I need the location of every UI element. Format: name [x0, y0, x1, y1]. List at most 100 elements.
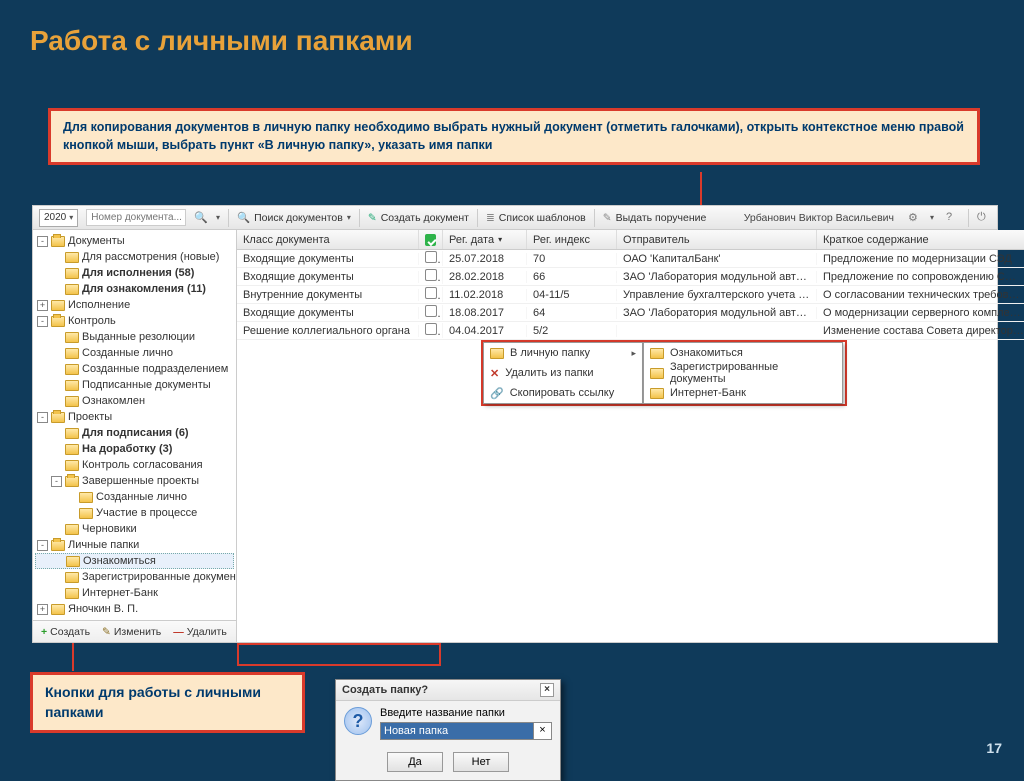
- tree-toggle-icon[interactable]: -: [37, 316, 48, 327]
- table-row[interactable]: Решение коллегиального органа04.04.20175…: [237, 322, 1024, 340]
- check-all-icon[interactable]: [425, 234, 436, 246]
- table-row[interactable]: Входящие документы25.07.201870ОАО 'Капит…: [237, 250, 1024, 268]
- row-checkbox[interactable]: [425, 287, 437, 299]
- settings-icon[interactable]: ⚙: [908, 211, 922, 225]
- assign-button[interactable]: ✎Выдать поручение: [603, 212, 707, 224]
- table-row[interactable]: Входящие документы18.08.201764ЗАО 'Лабор…: [237, 304, 1024, 322]
- clear-input-button[interactable]: ×: [534, 722, 552, 740]
- tree-item[interactable]: Интернет-Банк: [35, 585, 234, 601]
- edit-folder-button[interactable]: ✎Изменить: [102, 626, 161, 638]
- folder-name-input[interactable]: [380, 722, 534, 740]
- tree-item[interactable]: -Контроль: [35, 313, 234, 329]
- ctx-submenu-item[interactable]: Зарегистрированные документы: [644, 363, 842, 383]
- ctx-submenu-item[interactable]: Ознакомиться: [644, 343, 842, 363]
- col-index[interactable]: Рег. индекс: [527, 230, 617, 249]
- table-cell: Изменение состава Совета директор…: [817, 325, 1024, 337]
- delete-icon: ✕: [490, 367, 499, 380]
- folder-tree[interactable]: -ДокументыДля рассмотрения (новые)Для ис…: [33, 230, 236, 620]
- ctx-copy-link[interactable]: 🔗Скопировать ссылку: [484, 383, 642, 403]
- table-cell: [419, 305, 443, 320]
- tree-item[interactable]: Ознакомиться: [35, 553, 234, 569]
- tree-item[interactable]: -Личные папки: [35, 537, 234, 553]
- tree-toggle-icon[interactable]: -: [51, 476, 62, 487]
- tree-item[interactable]: Созданные подразделением: [35, 361, 234, 377]
- col-date[interactable]: Рег. дата ▾: [443, 230, 527, 249]
- search-docs-button[interactable]: 🔍Поиск документов▾: [237, 211, 351, 224]
- context-submenu[interactable]: ОзнакомитьсяЗарегистрированные документы…: [643, 342, 843, 404]
- col-summary[interactable]: Краткое содержание: [817, 230, 1024, 249]
- create-doc-button[interactable]: ✎Создать документ: [368, 212, 469, 224]
- folder-icon: [65, 476, 79, 487]
- ctx-submenu-item[interactable]: Интернет-Банк: [644, 383, 842, 403]
- folder-icon: [490, 348, 504, 359]
- tree-item[interactable]: Для подписания (6): [35, 425, 234, 441]
- tree-item[interactable]: Созданные лично: [35, 489, 234, 505]
- tree-item[interactable]: Подписанные документы: [35, 377, 234, 393]
- dialog-yes-button[interactable]: Да: [387, 752, 443, 772]
- doc-number-input[interactable]: [86, 209, 186, 226]
- folder-icon: [650, 368, 664, 379]
- templates-button[interactable]: ≣Список шаблонов: [486, 212, 586, 224]
- table-cell: ЗАО 'Лаборатория модульной автом…: [617, 307, 817, 319]
- table-row[interactable]: Внутренние документы11.02.201804-11/5Упр…: [237, 286, 1024, 304]
- folder-icon: [65, 524, 79, 535]
- tree-item[interactable]: - Завершенные проекты: [35, 473, 234, 489]
- link-icon: 🔗: [490, 387, 504, 400]
- folder-icon: [65, 444, 79, 455]
- tree-item[interactable]: Участие в процессе: [35, 505, 234, 521]
- tree-item[interactable]: Ознакомлен: [35, 393, 234, 409]
- context-menu[interactable]: В личную папку▸ ✕Удалить из папки 🔗Скопи…: [483, 342, 643, 404]
- folder-icon: [79, 508, 93, 519]
- tree-item-label: Ознакомлен: [82, 395, 145, 407]
- tree-item-label: Участие в процессе: [96, 507, 197, 519]
- tree-item[interactable]: -Проекты: [35, 409, 234, 425]
- ctx-remove[interactable]: ✕Удалить из папки: [484, 363, 642, 383]
- dialog-close-button[interactable]: ×: [540, 683, 554, 697]
- tree-item[interactable]: Выданные резолюции: [35, 329, 234, 345]
- tree-item-label: Завершенные проекты: [82, 475, 199, 487]
- tree-item-label: Созданные лично: [82, 347, 173, 359]
- folder-icon: [65, 268, 79, 279]
- logout-icon[interactable]: ⏻: [977, 211, 991, 225]
- tree-item[interactable]: Для рассмотрения (новые): [35, 249, 234, 265]
- create-folder-dialog: Создать папку? × ? Введите название папк…: [335, 679, 561, 781]
- tree-toggle-icon[interactable]: +: [37, 604, 48, 615]
- tree-toggle-icon[interactable]: -: [37, 540, 48, 551]
- tree-item[interactable]: Для исполнения (58): [35, 265, 234, 281]
- tree-toggle-icon: [51, 524, 62, 535]
- table-row[interactable]: Входящие документы28.02.201866ЗАО 'Лабор…: [237, 268, 1024, 286]
- tree-toggle-icon: [51, 348, 62, 359]
- tree-toggle-icon[interactable]: +: [37, 300, 48, 311]
- col-class[interactable]: Класс документа: [237, 230, 419, 249]
- row-checkbox[interactable]: [425, 251, 437, 263]
- tree-item[interactable]: Черновики: [35, 521, 234, 537]
- delete-folder-button[interactable]: —Удалить: [173, 626, 227, 638]
- tree-item[interactable]: На доработку (3): [35, 441, 234, 457]
- row-checkbox[interactable]: [425, 323, 437, 335]
- tree-toggle-icon[interactable]: -: [37, 236, 48, 247]
- ctx-to-folder[interactable]: В личную папку▸: [484, 343, 642, 363]
- tree-item[interactable]: +Исполнение: [35, 297, 234, 313]
- dialog-no-button[interactable]: Нет: [453, 752, 509, 772]
- col-check[interactable]: [419, 230, 443, 249]
- tree-item[interactable]: -Документы: [35, 233, 234, 249]
- tree-item[interactable]: Созданные лично: [35, 345, 234, 361]
- row-checkbox[interactable]: [425, 305, 437, 317]
- tree-toggle-icon: [65, 492, 76, 503]
- search-icon[interactable]: 🔍: [194, 211, 208, 224]
- tree-toggle-icon[interactable]: -: [37, 412, 48, 423]
- tree-toggle-icon: [51, 588, 62, 599]
- year-selector[interactable]: 2020▾: [39, 209, 78, 227]
- help-icon[interactable]: ?: [946, 211, 960, 225]
- tree-item[interactable]: Зарегистрированные документы: [35, 569, 234, 585]
- table-cell: 25.07.2018: [443, 253, 527, 265]
- tree-item[interactable]: Контроль согласования: [35, 457, 234, 473]
- table-cell: 11.02.2018: [443, 289, 527, 301]
- slide-title: Работа с личными папками: [0, 0, 1024, 57]
- folder-icon: [51, 540, 65, 551]
- tree-item[interactable]: +Яночкин В. П.: [35, 601, 234, 617]
- tree-item[interactable]: Для ознакомления (11): [35, 281, 234, 297]
- create-folder-button[interactable]: +Создать: [41, 626, 90, 638]
- col-from[interactable]: Отправитель: [617, 230, 817, 249]
- row-checkbox[interactable]: [425, 269, 437, 281]
